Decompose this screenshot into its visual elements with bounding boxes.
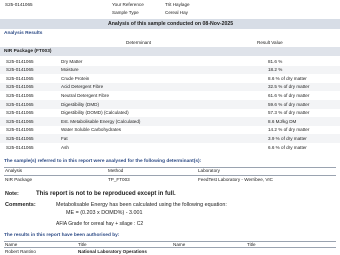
row-sample-id: S25-0141065	[6, 75, 34, 81]
table-row: S25-0141065 Neutral Detergent Fibre 61.6 %…	[0, 91, 340, 100]
row-determinant: Est. Metabolisable Energy (Calculated)	[61, 118, 141, 124]
determinants-section-title: The sample(s) referred to in this report…	[4, 159, 202, 164]
table-row: S25-0141065 Digestibility (DMD) 59.6 % of …	[0, 100, 340, 109]
row-result: 32.5 % of dry matter	[268, 84, 310, 90]
row-sample-id: S25-0141065	[6, 84, 34, 90]
table-row: S25-0141065 Est. Metabolisable Energy (Ca…	[0, 117, 340, 126]
row-determinant: Neutral Detergent Fibre	[61, 92, 110, 98]
header-sample-id: S25-0141065	[5, 2, 33, 7]
row-result: 81.6 %	[268, 58, 283, 64]
row-result: 61.6 % of dry matter	[268, 92, 310, 98]
row-sample-id: S25-0141065	[6, 101, 34, 107]
row-sample-id: S25-0141065	[6, 110, 34, 116]
divider	[4, 240, 336, 242]
divider	[4, 247, 336, 248]
analysis-results-title: Analysis Results	[4, 31, 43, 36]
row-sample-id: S25-0141065	[6, 118, 34, 124]
sample-type-value: Cereal Hay	[165, 10, 188, 15]
row-sample-id: S25-0141065	[6, 67, 34, 73]
row-sample-id: S25-0141065	[6, 127, 34, 133]
row-determinant: Water Soluble Carbohydrates	[61, 127, 122, 133]
row-result: 8.6 % of dry matter	[268, 75, 307, 81]
col-name-header: Name	[5, 241, 18, 247]
row-sample-id: S25-0141065	[6, 58, 34, 64]
analysis-date-banner: Analysis of this sample conducted on 08-…	[0, 19, 340, 29]
row-result: 8.6 MJ/kg DM	[268, 118, 297, 124]
note-label: Note:	[5, 191, 19, 197]
package-name: NIR Package (FT003)	[4, 49, 52, 54]
table-row: S25-0141065 Ash 6.6 % of dry matter	[0, 143, 340, 152]
determinant-laboratory: FeedTest Laboratory - Werribee, VIC	[198, 177, 273, 182]
comments-line-3: AFIA Grade for cereal hay + silage : C2	[56, 221, 144, 227]
row-result: 18.2 %	[268, 67, 283, 73]
authorised-section-title: The results in this report have been aut…	[4, 233, 120, 238]
comments-label: Comments:	[5, 202, 36, 208]
sample-type-label: Sample Type	[112, 10, 139, 15]
your-reference-value: Trit Haylage	[165, 2, 190, 7]
row-determinant: Crude Protein	[61, 75, 90, 81]
col-result-header: Result Value	[257, 40, 283, 45]
row-determinant: Dry Matter	[61, 58, 83, 64]
authoriser-role: National Laboratory Operations	[78, 249, 147, 254]
row-result: 6.6 % of dry matter	[268, 144, 307, 150]
col-name-header-2: Name	[173, 241, 186, 247]
table-row: S25-0141065 Water Soluble Carbohydrates 14…	[0, 126, 340, 135]
col-laboratory-header: Laboratory	[198, 168, 220, 173]
row-result: 14.2 % of dry matter	[268, 127, 310, 133]
determinant-analysis: NIR Package	[5, 177, 33, 182]
row-sample-id: S25-0141065	[6, 144, 34, 150]
row-determinant: Fat	[61, 135, 68, 141]
row-determinant: Acid Detergent Fibre	[61, 84, 104, 90]
authoriser-name: Robert Rantino	[5, 249, 36, 254]
row-result: 57.3 % of dry matter	[268, 110, 310, 116]
row-result: 59.6 % of dry matter	[268, 101, 310, 107]
col-title-header: Title	[78, 241, 87, 247]
col-method-header: Method	[108, 168, 124, 173]
row-sample-id: S25-0141065	[6, 135, 34, 141]
determinants-section-header: The sample(s) referred to in this report…	[0, 157, 340, 166]
table-row: S25-0141065 Crude Protein 8.6 % of dry mat…	[0, 74, 340, 83]
col-determinant-header: Determinant	[126, 40, 152, 45]
col-analysis-header: Analysis	[5, 168, 23, 173]
comments-line-1: Metabolisable Energy has been calculated…	[56, 202, 227, 208]
table-row: S25-0141065 Acid Detergent Fibre 32.5 % of…	[0, 82, 340, 92]
table-row: S25-0141065 Moisture 18.2 %	[0, 65, 340, 75]
row-determinant: Ash	[61, 144, 69, 150]
divider	[4, 174, 336, 176]
comments-line-2: ME = (0.203 x DOMD%) - 3.001	[66, 210, 143, 216]
your-reference-label: Your Reference	[112, 2, 144, 7]
col-title-header-2: Title	[247, 241, 256, 247]
row-result: 3.9 % of dry matter	[268, 135, 307, 141]
row-determinant: Digestibility (DOMD) (Calculated)	[61, 110, 129, 116]
divider	[4, 166, 336, 168]
table-row: S25-0141065 Dry Matter 81.6 %	[0, 57, 340, 66]
note-text: This report is not to be reproduced exce…	[36, 190, 176, 197]
table-row: S25-0141065 Digestibility (DOMD) (Calcula…	[0, 109, 340, 118]
package-row: NIR Package (FT003)	[0, 47, 340, 56]
table-row: S25-0141065 Fat 3.9 % of dry matter	[0, 134, 340, 143]
determinant-method: TP_FT003	[108, 177, 130, 182]
row-sample-id: S25-0141065	[6, 92, 34, 98]
row-determinant: Digestibility (DMD)	[61, 101, 100, 107]
analysis-date-text: Analysis of this sample conducted on 08-…	[108, 21, 234, 27]
row-determinant: Moisture	[61, 67, 79, 73]
